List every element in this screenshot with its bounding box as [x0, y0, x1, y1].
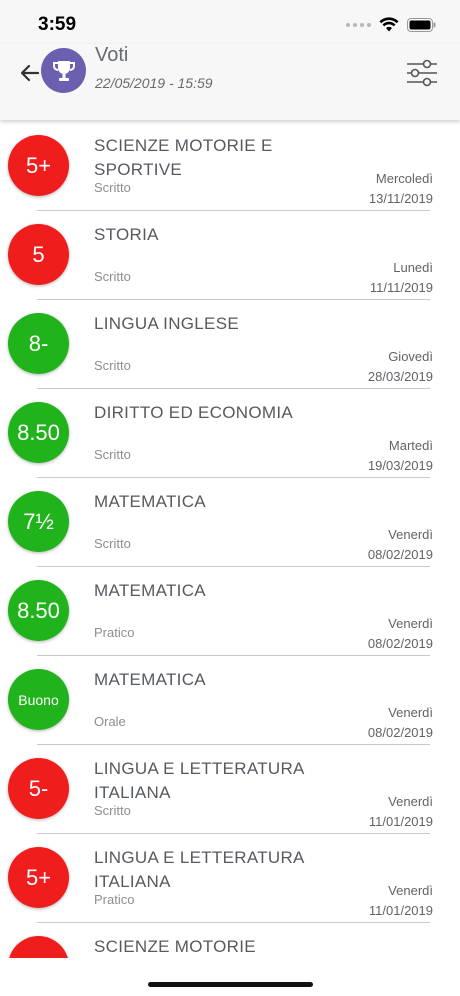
grade-day: Venerdì [388, 883, 433, 898]
grade-type: Scritto [94, 269, 131, 284]
grade-badge: 8.50 [8, 402, 69, 463]
status-icons [346, 17, 436, 32]
grade-badge: 5+ [8, 847, 69, 908]
grade-type: Scritto [94, 803, 131, 818]
grade-list-item[interactable]: 8.50 MATEMATICA Pratico Venerdì 08/02/2019 [0, 567, 460, 656]
wifi-icon [379, 17, 399, 32]
grade-badge: 5- [8, 758, 69, 819]
avatar [41, 48, 86, 93]
grade-type: Scritto [94, 180, 131, 195]
grades-list[interactable]: 5+ SCIENZE MOTORIE E SPORTIVE Scritto Merco… [0, 122, 460, 958]
status-time: 3:59 [38, 14, 77, 35]
grade-type: Pratico [94, 892, 135, 907]
grade-date: 19/03/2019 [367, 458, 433, 473]
subject-name: LINGUA E LETTERATURA ITALIANA [94, 759, 304, 802]
grade-badge: 5 [8, 936, 69, 958]
page-title: Voti [95, 44, 129, 66]
grade-type: Pratico [94, 625, 135, 640]
subject-name: MATEMATICA [94, 670, 206, 689]
grade-badge: 5+ [8, 135, 69, 196]
grade-date: 13/11/2019 [368, 191, 433, 206]
grade-list-item[interactable]: 5+ SCIENZE MOTORIE E SPORTIVE Scritto Merco… [0, 122, 460, 211]
grade-date: 08/02/2019 [367, 636, 433, 651]
subject-name: STORIA [94, 225, 159, 244]
app-header: Voti 22/05/2019 - 15:59 [0, 44, 460, 120]
subject-name: MATEMATICA [94, 492, 206, 511]
grade-type: Orale [94, 714, 126, 729]
grade-date: 11/11/2019 [369, 280, 433, 295]
subject-name: DIRITTO ED ECONOMIA [94, 403, 294, 422]
status-bar: 3:59 [0, 0, 460, 44]
grade-day: Venerdì [388, 794, 433, 809]
subject-name: SCIENZE MOTORIE E SPORTIVE [94, 136, 273, 179]
grade-type: Scritto [94, 358, 131, 373]
grade-day: Venerdì [388, 705, 433, 720]
grade-list-item[interactable]: 8.50 DIRITTO ED ECONOMIA Scritto Martedì 19/… [0, 389, 460, 478]
grade-day: Martedì [388, 438, 433, 453]
grade-list-item[interactable]: 8- LINGUA INGLESE Scritto Giovedì 28/03/2019 [0, 300, 460, 389]
subject-name: SCIENZE MOTORIE [94, 937, 256, 956]
grade-day: Giovedì [388, 349, 433, 364]
grade-date: 28/03/2019 [367, 369, 433, 384]
grade-badge: 8.50 [8, 580, 69, 641]
grade-badge: 5 [8, 224, 69, 285]
grade-badge: 7½ [8, 491, 69, 552]
grade-type: Scritto [94, 536, 131, 551]
back-arrow-icon[interactable] [18, 61, 42, 85]
grade-day: Venerdì [388, 616, 433, 631]
grade-badge: 8- [8, 313, 69, 374]
grade-day: Venerdì [388, 527, 433, 542]
grade-list-item[interactable]: 5 SCIENZE MOTORIE [0, 923, 460, 958]
grade-list-item[interactable]: 5- LINGUA E LETTERATURA ITALIANA Scritto Ve… [0, 745, 460, 834]
home-indicator [148, 982, 313, 987]
subject-name: MATEMATICA [94, 581, 206, 600]
grade-day: Lunedì [393, 260, 433, 275]
grade-type: Scritto [94, 447, 131, 462]
grade-badge: Buono [8, 669, 69, 730]
subject-name: LINGUA E LETTERATURA ITALIANA [94, 848, 304, 891]
grade-date: 08/02/2019 [367, 547, 433, 562]
grade-date: 11/01/2019 [368, 814, 433, 829]
signal-icon [346, 22, 371, 27]
battery-icon [407, 17, 436, 32]
grade-list-item[interactable]: 5 STORIA Scritto Lunedì 11/11/2019 [0, 211, 460, 300]
subject-name: LINGUA INGLESE [94, 314, 239, 333]
grade-date: 11/01/2019 [368, 903, 433, 918]
grade-date: 08/02/2019 [367, 725, 433, 740]
page-subtitle: 22/05/2019 - 15:59 [95, 75, 213, 91]
grade-list-item[interactable]: Buono MATEMATICA Orale Venerdì 08/02/2019 [0, 656, 460, 745]
grade-day: Mercoledì [375, 171, 433, 186]
grade-list-item[interactable]: 5+ LINGUA E LETTERATURA ITALIANA Pratico Ve… [0, 834, 460, 923]
grade-list-item[interactable]: 7½ MATEMATICA Scritto Venerdì 08/02/2019 [0, 478, 460, 567]
filter-icon[interactable] [406, 58, 438, 88]
trophy-icon [52, 60, 75, 81]
